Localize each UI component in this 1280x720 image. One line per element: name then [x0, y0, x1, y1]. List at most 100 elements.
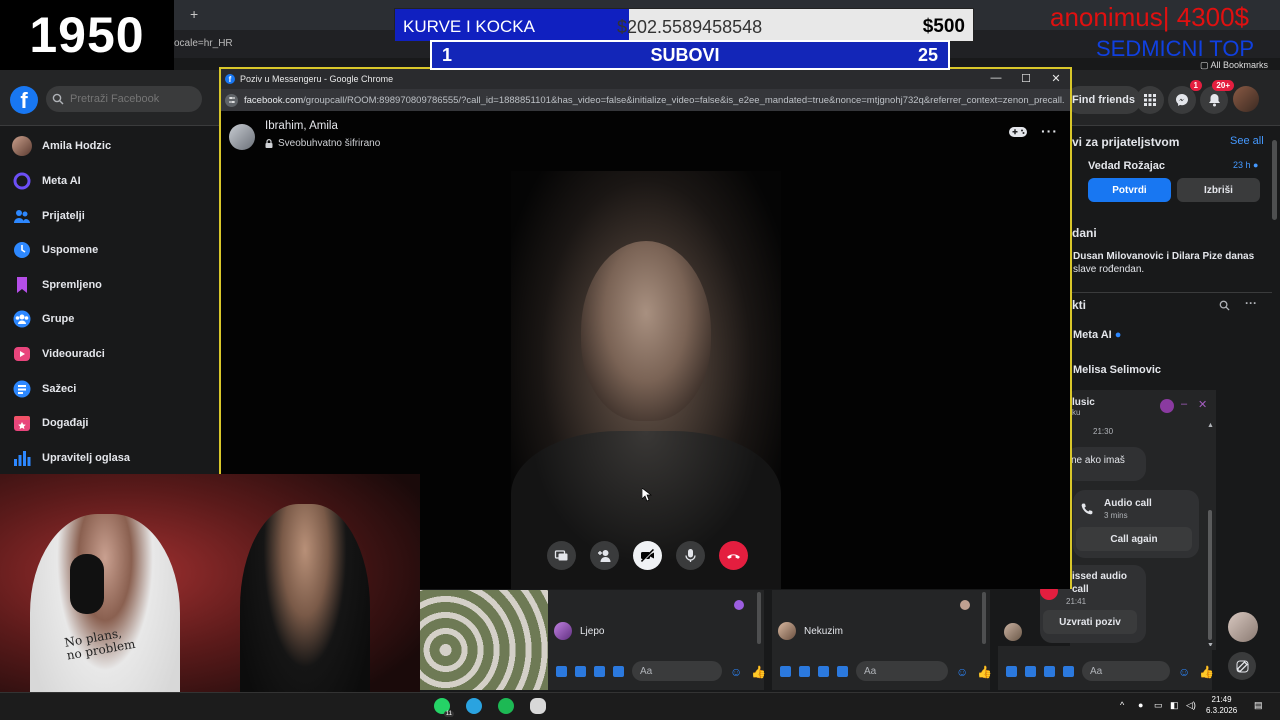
- emoji-icon[interactable]: ☺: [956, 665, 969, 679]
- call-window-url: facebook.com/groupcall/ROOM:898970809786…: [244, 95, 1064, 106]
- chat-title[interactable]: lusic: [1072, 397, 1095, 408]
- sticker-icon[interactable]: [594, 665, 605, 677]
- taskbar-clock[interactable]: 21:49 6.3.2026: [1206, 694, 1237, 716]
- contact-melisa[interactable]: Melisa Selimovic: [1073, 364, 1161, 376]
- calendar-icon: [12, 413, 32, 433]
- emoji-icon[interactable]: ☺: [730, 665, 743, 679]
- new-message-button[interactable]: [1228, 652, 1256, 680]
- sticker-icon[interactable]: [1044, 665, 1055, 677]
- delete-request-button[interactable]: Izbriši: [1177, 178, 1260, 202]
- chat-head-3-input[interactable]: Aa: [1082, 661, 1170, 681]
- profile-avatar[interactable]: [1233, 86, 1259, 112]
- add-person-button[interactable]: [590, 541, 619, 570]
- chat-call-icon[interactable]: [1160, 399, 1174, 413]
- tray-mic-icon[interactable]: ●: [1138, 700, 1148, 710]
- camera-off-button[interactable]: [633, 541, 662, 570]
- mic-icon[interactable]: [1006, 665, 1017, 677]
- gif-icon[interactable]: [613, 665, 624, 677]
- tray-expand-icon[interactable]: ^: [1120, 700, 1130, 710]
- streamer-webcam: No plans, no problem: [0, 474, 420, 720]
- sidebar-item-profile[interactable]: Amila Hodzic: [6, 130, 214, 162]
- confirm-request-button[interactable]: Potvrdi: [1088, 178, 1171, 202]
- chat-head-2-scrollbar[interactable]: [982, 592, 986, 644]
- notification-center-icon[interactable]: ▤: [1254, 700, 1264, 710]
- like-icon[interactable]: 👍: [751, 665, 766, 679]
- search-contacts-icon[interactable]: [1219, 300, 1230, 311]
- sidebar-item-memories[interactable]: Uspomene: [6, 234, 214, 266]
- phone-icon: [1081, 503, 1093, 515]
- taskbar-time: 21:49: [1211, 695, 1232, 704]
- telegram-icon[interactable]: [466, 698, 482, 714]
- tray-display-icon[interactable]: ▭: [1154, 700, 1164, 710]
- chat-head-1-input[interactable]: Aa: [632, 661, 722, 681]
- sidebar-item-label: Prijatelji: [42, 210, 85, 222]
- whatsapp-icon[interactable]: 11: [434, 698, 454, 717]
- webcam-person-right: [240, 504, 370, 720]
- chat-scrollbar[interactable]: [1208, 510, 1212, 640]
- sidebar-item-feeds[interactable]: Sažeci: [6, 373, 214, 405]
- maximize-button[interactable]: ☐: [1018, 72, 1034, 85]
- mic-icon[interactable]: [780, 665, 791, 677]
- spotify-icon[interactable]: [498, 698, 514, 714]
- gif-icon[interactable]: [1063, 665, 1074, 677]
- sidebar-item-events[interactable]: Događaji: [6, 407, 214, 439]
- gallery-icon[interactable]: [575, 665, 586, 677]
- gallery-icon[interactable]: [1025, 665, 1036, 677]
- microphone-button[interactable]: [676, 541, 705, 570]
- close-button[interactable]: ✕: [1048, 72, 1064, 85]
- right-column-scrollbar[interactable]: [1272, 140, 1277, 220]
- see-all-link[interactable]: See all: [1230, 135, 1264, 147]
- menu-button[interactable]: [1136, 86, 1164, 114]
- sidebar-item-ads-manager[interactable]: Upravitelj oglasa: [6, 442, 214, 474]
- subs-label: SUBOVI: [650, 44, 720, 65]
- call-again-button[interactable]: Call again: [1076, 527, 1192, 551]
- contacts-more-icon[interactable]: ···: [1245, 296, 1257, 310]
- chat-close-icon[interactable]: ✕: [1198, 398, 1207, 411]
- share-screen-button[interactable]: [547, 541, 576, 570]
- emoji-icon[interactable]: ☺: [1178, 665, 1191, 679]
- app-icon[interactable]: [530, 698, 546, 714]
- site-info-icon[interactable]: [225, 93, 238, 107]
- top-donor-label: anonimus| 4300$: [1050, 2, 1250, 32]
- facebook-search[interactable]: [46, 86, 202, 112]
- tray-network-icon[interactable]: ◧: [1170, 700, 1180, 710]
- chat-scroll-up-icon[interactable]: ▲: [1207, 422, 1214, 429]
- gamepad-icon[interactable]: [1008, 125, 1028, 139]
- sidebar-item-friends[interactable]: Prijatelji: [6, 200, 214, 232]
- sidebar-item-videos[interactable]: Videouradci: [6, 338, 214, 370]
- chat-head-1-composer: Aa ☺ 👍: [548, 660, 766, 682]
- search-input[interactable]: [70, 93, 190, 105]
- notifications-badge: 20+: [1212, 80, 1234, 91]
- gif-icon[interactable]: [837, 665, 848, 677]
- chat-head-1-scrollbar[interactable]: [757, 592, 761, 644]
- bar-chart-icon: [12, 448, 32, 468]
- call-window-address-bar[interactable]: facebook.com/groupcall/ROOM:898970809786…: [221, 89, 1070, 111]
- new-tab-button[interactable]: +: [190, 6, 198, 22]
- contact-meta-ai[interactable]: Meta AI ●: [1073, 329, 1121, 341]
- sidebar-item-meta-ai[interactable]: Meta AI: [6, 165, 214, 197]
- floating-chat-avatar[interactable]: [1228, 612, 1258, 642]
- request-name[interactable]: Vedad Rožajac: [1088, 160, 1165, 172]
- verified-icon: ●: [1114, 329, 1122, 341]
- camera-off-icon: [640, 548, 655, 563]
- participant-avatar: [229, 124, 255, 150]
- like-icon[interactable]: 👍: [977, 665, 992, 679]
- facebook-logo[interactable]: f: [10, 86, 38, 114]
- mic-icon[interactable]: [556, 665, 567, 677]
- sidebar-item-groups[interactable]: Grupe: [6, 303, 214, 335]
- gallery-icon[interactable]: [799, 665, 810, 677]
- chat-head-2-input[interactable]: Aa: [856, 661, 948, 681]
- sticker-icon[interactable]: [818, 665, 829, 677]
- call-back-button[interactable]: Uzvrati poziv: [1043, 610, 1137, 634]
- like-icon[interactable]: 👍: [1199, 665, 1214, 679]
- tray-volume-icon[interactable]: ◁): [1186, 700, 1196, 710]
- messenger-button[interactable]: 1: [1168, 80, 1202, 114]
- notifications-button[interactable]: 20+: [1200, 80, 1234, 114]
- find-friends-button[interactable]: Find friends: [1066, 86, 1141, 114]
- call-window-titlebar[interactable]: f Poziv u Messengeru - Google Chrome: [221, 69, 1070, 89]
- sidebar-item-saved[interactable]: Spremljeno: [6, 269, 214, 301]
- end-call-button[interactable]: [719, 541, 748, 570]
- minimize-button[interactable]: —: [988, 72, 1004, 84]
- more-options-icon[interactable]: ···: [1041, 123, 1058, 139]
- chat-minimize-icon[interactable]: –: [1181, 398, 1187, 410]
